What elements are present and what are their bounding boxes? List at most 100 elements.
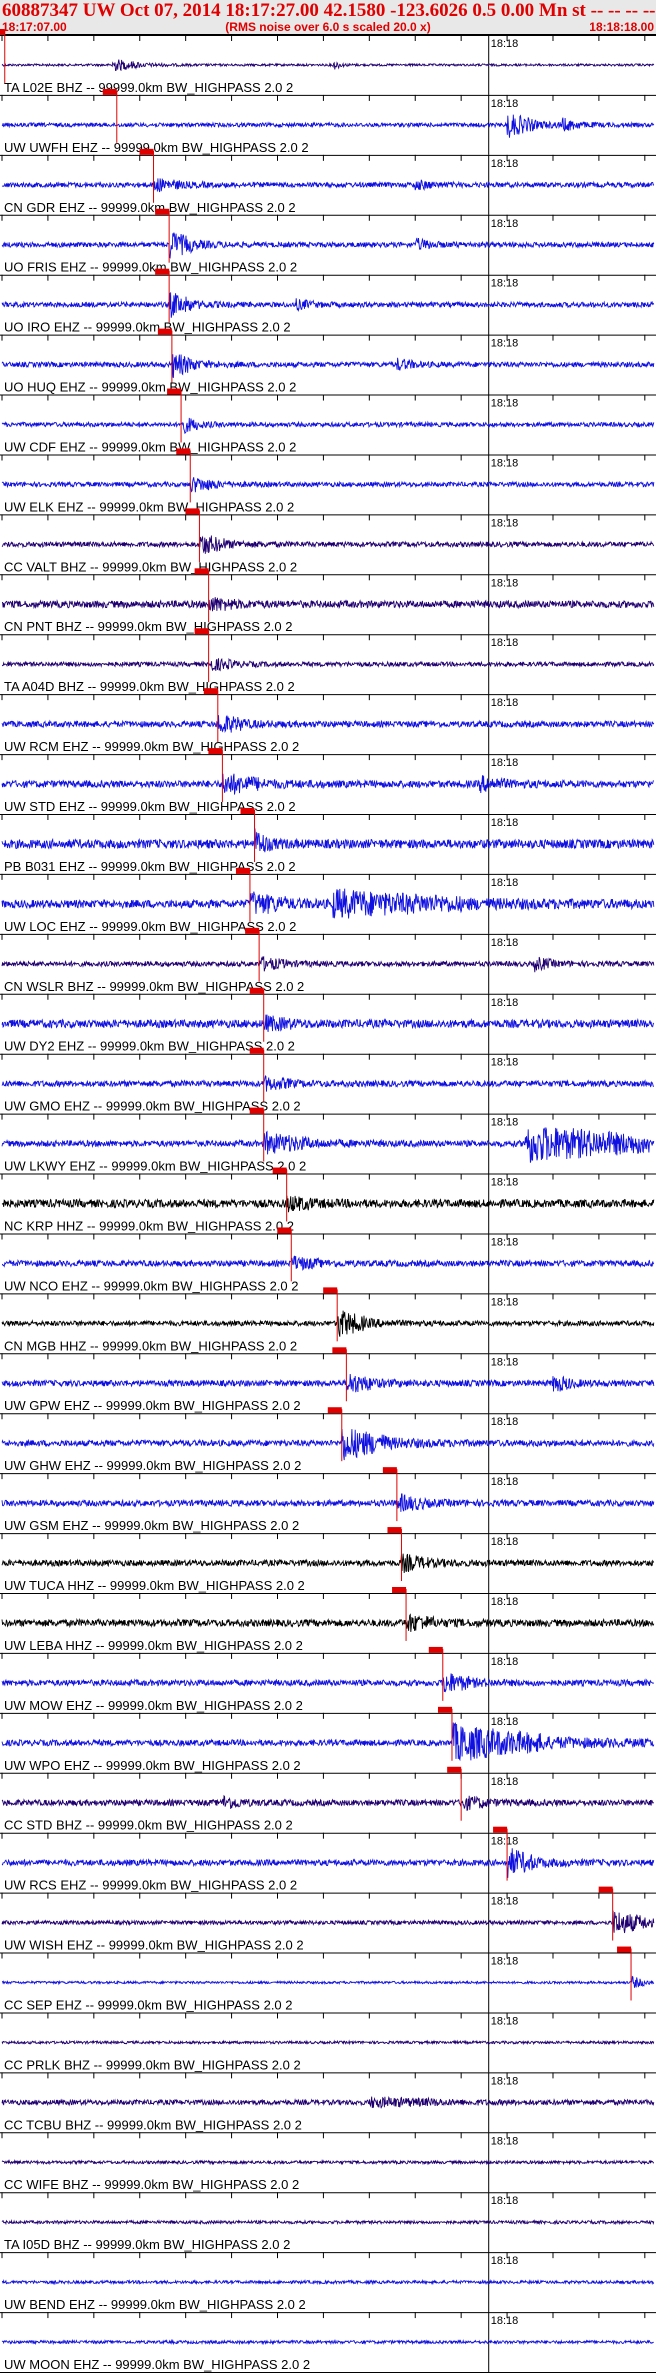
station-label: UW NCO EHZ -- 99999.0km BW_HIGHPASS 2.0 …	[4, 1278, 299, 1293]
minute-tick-label: 18:18	[491, 1596, 519, 1608]
station-label: UW BEND EHZ -- 99999.0km BW_HIGHPASS 2.0…	[4, 2297, 306, 2312]
pick-flag	[157, 328, 172, 335]
minute-tick-label: 18:18	[491, 38, 519, 50]
minute-tick-label: 18:18	[491, 1716, 519, 1728]
station-label: UW CDF EHZ -- 99999.0km BW_HIGHPASS 2.0 …	[4, 439, 296, 454]
minute-tick-label: 18:18	[491, 997, 519, 1009]
station-label: CC STD BHZ -- 99999.0km BW_HIGHPASS 2.0 …	[4, 1818, 293, 1833]
station-label: CC WIFE BHZ -- 99999.0km BW_HIGHPASS 2.0…	[4, 2177, 299, 2192]
minute-tick-label: 18:18	[491, 218, 519, 230]
plot-background	[0, 0, 656, 2378]
minute-tick-label: 18:18	[491, 1057, 519, 1069]
pick-flag	[208, 748, 223, 755]
minute-tick-label: 18:18	[491, 1416, 519, 1428]
minute-tick-label: 18:18	[491, 1836, 519, 1848]
minute-tick-label: 18:18	[491, 2195, 519, 2207]
pick-flag	[155, 208, 170, 215]
pick-flag	[437, 1706, 452, 1713]
minute-tick-label: 18:18	[491, 1656, 519, 1668]
pick-flag	[327, 1407, 342, 1414]
minute-tick-label: 18:18	[491, 158, 519, 170]
pick-flag	[185, 508, 200, 515]
pick-flag	[392, 1587, 407, 1593]
station-label: UW LEBA HHZ -- 99999.0km BW_HIGHPASS 2.0…	[4, 1638, 303, 1653]
station-label: UO FRIS EHZ -- 99999.0km BW_HIGHPASS 2.0…	[4, 260, 297, 275]
station-label: NC KRP HHZ -- 99999.0km BW_HIGHPASS 2.0 …	[4, 1218, 294, 1233]
station-label: UO IRO EHZ -- 99999.0km BW_HIGHPASS 2.0 …	[4, 320, 291, 335]
minute-tick-label: 18:18	[491, 1776, 519, 1788]
station-label: UW UWFH EHZ -- 99999.0km BW_HIGHPASS 2.0…	[4, 140, 309, 155]
station-label: UW RCM EHZ -- 99999.0km BW_HIGHPASS 2.0 …	[4, 739, 299, 754]
minute-tick-label: 18:18	[491, 2315, 519, 2327]
station-label: UW GPW EHZ -- 99999.0km BW_HIGHPASS 2.0 …	[4, 1398, 301, 1413]
minute-tick-label: 18:18	[491, 1177, 519, 1189]
minute-tick-label: 18:18	[491, 398, 519, 410]
minute-tick-label: 18:18	[491, 1236, 519, 1248]
station-label: CN PNT BHZ -- 99999.0km BW_HIGHPASS 2.0 …	[4, 619, 293, 634]
pick-flag	[245, 927, 260, 934]
pick-flag	[387, 1527, 402, 1534]
pick-flag	[428, 1646, 443, 1653]
station-label: CC PRLK BHZ -- 99999.0km BW_HIGHPASS 2.0…	[4, 2057, 301, 2072]
station-label: UW RCS EHZ -- 99999.0km BW_HIGHPASS 2.0 …	[4, 1878, 297, 1893]
station-label: UW WPO EHZ -- 99999.0km BW_HIGHPASS 2.0 …	[4, 1758, 301, 1773]
station-label: TA L02E BHZ -- 99999.0km BW_HIGHPASS 2.0…	[4, 80, 293, 95]
minute-tick-label: 18:18	[491, 1536, 519, 1548]
plot-title: 60887347 UW Oct 07, 2014 18:17:27.00 42.…	[2, 0, 656, 21]
station-label: PB B031 EHZ -- 99999.0km BW_HIGHPASS 2.0…	[4, 859, 296, 874]
pick-flag	[155, 268, 170, 275]
station-label: UW MOW EHZ -- 99999.0km BW_HIGHPASS 2.0 …	[4, 1698, 303, 1713]
pick-flag	[249, 1107, 264, 1114]
station-label: CC VALT BHZ -- 99999.0km BW_HIGHPASS 2.0…	[4, 559, 297, 574]
pick-flag	[235, 867, 250, 874]
pick-flag	[0, 29, 5, 35]
station-label: TA A04D BHZ -- 99999.0km BW_HIGHPASS 2.0…	[4, 679, 295, 694]
station-label: CN GDR EHZ -- 99999.0km BW_HIGHPASS 2.0 …	[4, 200, 296, 215]
pick-flag	[167, 388, 182, 395]
rms-note: (RMS noise over 6.0 s scaled 20.0 x)	[225, 20, 430, 34]
pick-flag	[249, 987, 264, 994]
pick-flag	[598, 1886, 613, 1893]
pick-flag	[240, 808, 255, 814]
seismogram-plot: 60887347 UW Oct 07, 2014 18:17:27.00 42.…	[0, 0, 656, 2378]
station-label: CC SEP EHZ -- 99999.0km BW_HIGHPASS 2.0 …	[4, 1997, 293, 2012]
station-label: UW LKWY EHZ -- 99999.0km BW_HIGHPASS 2.0…	[4, 1159, 306, 1174]
station-label: UO HUQ EHZ -- 99999.0km BW_HIGHPASS 2.0 …	[4, 380, 296, 395]
pick-flag	[332, 1347, 347, 1354]
station-label: UW TUCA HHZ -- 99999.0km BW_HIGHPASS 2.0…	[4, 1578, 305, 1593]
minute-tick-label: 18:18	[491, 817, 519, 829]
pick-flag	[277, 1227, 292, 1234]
station-label: UW MOON EHZ -- 99999.0km BW_HIGHPASS 2.0…	[4, 2357, 310, 2372]
pick-flag	[447, 1766, 462, 1773]
minute-tick-label: 18:18	[491, 1117, 519, 1129]
end-time-label: 18:18:18.00	[589, 20, 654, 34]
minute-tick-label: 18:18	[491, 1296, 519, 1308]
minute-tick-label: 18:18	[491, 457, 519, 469]
pick-flag	[382, 1467, 397, 1474]
minute-tick-label: 18:18	[491, 338, 519, 350]
pick-flag	[493, 1826, 508, 1833]
pick-flag	[272, 1167, 287, 1174]
pick-flag	[176, 448, 191, 455]
station-label: CC TCBU BHZ -- 99999.0km BW_HIGHPASS 2.0…	[4, 2117, 302, 2132]
pick-flag	[617, 1946, 632, 1953]
pick-flag	[203, 688, 218, 695]
minute-tick-label: 18:18	[491, 278, 519, 290]
minute-tick-label: 18:18	[491, 1476, 519, 1488]
minute-tick-label: 18:18	[491, 517, 519, 529]
pick-flag	[102, 88, 117, 95]
minute-tick-label: 18:18	[491, 2075, 519, 2087]
minute-tick-label: 18:18	[491, 2255, 519, 2267]
pick-flag	[139, 148, 154, 155]
minute-tick-label: 18:18	[491, 757, 519, 769]
minute-tick-label: 18:18	[491, 1896, 519, 1908]
minute-tick-label: 18:18	[491, 937, 519, 949]
minute-tick-label: 18:18	[491, 697, 519, 709]
minute-tick-label: 18:18	[491, 2015, 519, 2027]
station-label: UW WISH EHZ -- 99999.0km BW_HIGHPASS 2.0…	[4, 1938, 304, 1953]
minute-tick-label: 18:18	[491, 1956, 519, 1968]
minute-tick-label: 18:18	[491, 2135, 519, 2147]
minute-tick-label: 18:18	[491, 98, 519, 110]
station-label: UW GSM EHZ -- 99999.0km BW_HIGHPASS 2.0 …	[4, 1518, 299, 1533]
station-label: UW GHW EHZ -- 99999.0km BW_HIGHPASS 2.0 …	[4, 1458, 301, 1473]
